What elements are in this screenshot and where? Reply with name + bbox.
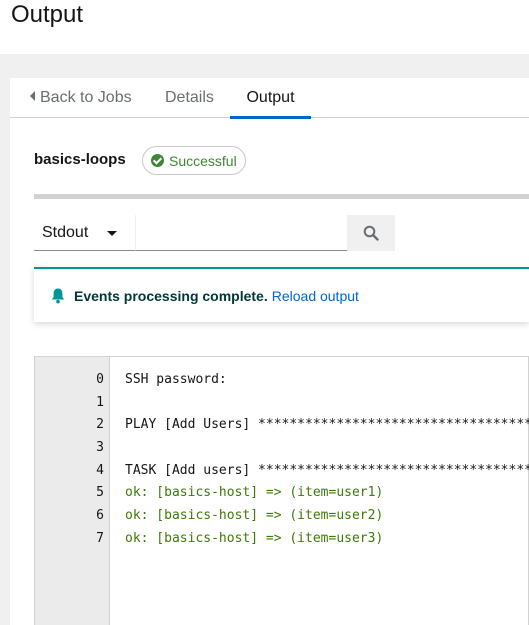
alert-message: Events processing complete. [74,287,268,304]
job-output-log: 0 SSH password: 1 2 PLAY [Add Users] *******… [34,356,529,625]
log-line: 7 ok: [basics-host] => (item=user3) [35,528,529,551]
stream-select[interactable]: Stdout [34,215,135,251]
output-filter-toolbar: Stdout [34,215,396,251]
line-number: 0 [96,372,104,387]
line-number: 2 [96,417,104,433]
tab-output-label: Output [246,89,295,106]
line-number: 7 [96,530,104,546]
search-button[interactable] [347,215,395,251]
job-output-card: Back to Jobs Details Output basics-loops… [10,78,529,625]
events-alert: Events processing complete. Reload outpu… [34,267,529,322]
page-header: Output [0,0,529,54]
page-title: Output [11,1,84,28]
reload-output-link[interactable]: Reload output [272,288,359,304]
line-text: ok: [basics-host] => (item=user2) [125,508,384,524]
log-line: 0 SSH password: [35,369,529,392]
bell-icon [50,287,66,304]
log-line: 1 [35,392,529,415]
line-text: PLAY [Add Users] ***********************… [125,417,529,433]
stream-select-value: Stdout [42,223,89,241]
tab-back-label: Back to Jobs [40,89,132,106]
check-circle-icon [151,154,164,167]
log-line: 4 TASK [Add users] **********************… [35,460,529,483]
tab-back-to-jobs[interactable]: Back to Jobs [30,78,132,118]
line-number: 3 [96,440,104,456]
line-number: 6 [96,508,104,524]
caret-down-icon [107,231,117,236]
active-tab-indicator [230,116,311,119]
log-line: 2 PLAY [Add Users] **********************… [35,414,529,437]
search-icon [363,225,379,241]
log-lines: 0 SSH password: 1 2 PLAY [Add Users] *******… [35,369,529,551]
line-text: ok: [basics-host] => (item=user3) [125,530,384,546]
status-badge: Successful [142,146,246,175]
status-label: Successful [169,152,237,169]
line-number: 4 [96,462,104,478]
log-line: 5 ok: [basics-host] => (item=user1) [35,482,529,505]
caret-left-icon [30,90,35,101]
line-number: 1 [96,394,104,410]
line-text: ok: [basics-host] => (item=user1) [125,485,384,501]
tab-bar: Back to Jobs Details Output [10,78,529,119]
divider [34,194,529,199]
log-line: 3 [35,437,529,460]
line-text: SSH password: [125,372,227,387]
job-name: basics-loops [34,151,126,168]
tab-output[interactable]: Output [230,78,311,119]
tab-details[interactable]: Details [165,78,214,118]
search-input[interactable] [135,215,347,251]
line-text: TASK [Add users] ***********************… [125,462,529,478]
line-number: 5 [96,485,104,501]
log-line: 6 ok: [basics-host] => (item=user2) [35,505,529,528]
